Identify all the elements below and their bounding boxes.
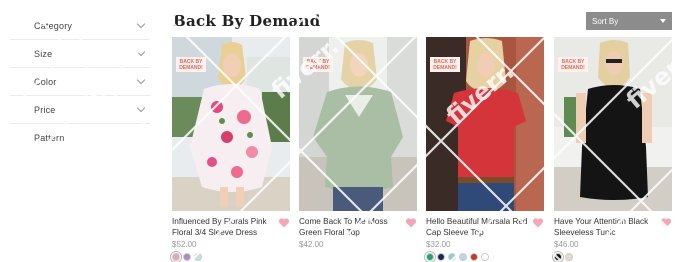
filter-category-label: Category xyxy=(34,20,73,31)
filter-color[interactable]: Color xyxy=(10,68,150,96)
product-price: $32.00 xyxy=(426,240,451,249)
color-swatches xyxy=(172,253,290,261)
caret-down-icon xyxy=(660,19,666,23)
chevron-down-icon xyxy=(136,103,146,113)
color-swatches xyxy=(554,253,672,261)
color-swatch[interactable] xyxy=(183,253,191,261)
filter-pattern[interactable]: Pattern xyxy=(10,124,150,152)
color-swatch[interactable] xyxy=(459,253,467,261)
product-image[interactable]: BACK BY DEMAND! xyxy=(426,37,544,211)
filter-price[interactable]: Price xyxy=(10,96,150,124)
product-price: $52.00 xyxy=(172,240,197,249)
filter-color-label: Color xyxy=(34,76,57,87)
product-name[interactable]: Come Back To Me Moss Green Floral Top xyxy=(299,216,403,238)
page-title: Back By Demand xyxy=(173,12,321,30)
chevron-down-icon xyxy=(136,75,146,85)
product-name[interactable]: Influenced By Florals Pink Floral 3/4 Sl… xyxy=(172,216,276,238)
heart-icon[interactable] xyxy=(405,217,417,229)
color-swatches xyxy=(426,253,544,261)
color-swatch[interactable] xyxy=(554,253,562,261)
color-swatch[interactable] xyxy=(448,253,456,261)
product-card: BACK BY DEMAND! Influenced By Florals Pi… xyxy=(172,37,290,261)
color-swatch[interactable] xyxy=(194,253,202,261)
back-by-demand-badge: BACK BY DEMAND! xyxy=(303,57,333,72)
product-card: BACK BY DEMAND! Have Your Attention Blac… xyxy=(554,37,672,261)
back-by-demand-badge: BACK BY DEMAND! xyxy=(430,57,460,72)
filter-sidebar: Category Size Color Price Pattern xyxy=(10,12,150,152)
back-by-demand-badge: BACK BY DEMAND! xyxy=(176,57,206,72)
product-price: $46.00 xyxy=(554,240,579,249)
chevron-down-icon xyxy=(136,19,146,29)
sort-label: Sort By xyxy=(592,16,619,26)
product-image[interactable]: BACK BY DEMAND! xyxy=(299,37,417,211)
product-name[interactable]: Hello Beautiful Marsala Red Cap Sleeve T… xyxy=(426,216,530,238)
filter-category[interactable]: Category xyxy=(10,12,150,40)
filter-size[interactable]: Size xyxy=(10,40,150,68)
heart-icon[interactable] xyxy=(278,217,290,229)
chevron-down-icon xyxy=(136,47,146,57)
heart-icon[interactable] xyxy=(660,217,672,229)
product-card: BACK BY DEMAND! Hello Beautiful Marsala … xyxy=(426,37,544,261)
product-image[interactable]: BACK BY DEMAND! xyxy=(554,37,672,211)
product-price: $42.00 xyxy=(299,240,324,249)
filter-price-label: Price xyxy=(34,104,56,115)
filter-pattern-label: Pattern xyxy=(34,133,65,143)
back-by-demand-badge: BACK BY DEMAND! xyxy=(558,57,588,72)
product-name[interactable]: Have Your Attention Black Sleeveless Tun… xyxy=(554,216,658,238)
product-card: BACK BY DEMAND! Come Back To Me Moss Gre… xyxy=(299,37,417,249)
color-swatch[interactable] xyxy=(565,253,573,261)
color-swatch[interactable] xyxy=(470,253,478,261)
color-swatch[interactable] xyxy=(426,253,434,261)
filter-size-label: Size xyxy=(34,48,53,59)
product-image[interactable]: BACK BY DEMAND! xyxy=(172,37,290,211)
color-swatch[interactable] xyxy=(481,253,489,261)
color-swatch[interactable] xyxy=(437,253,445,261)
sort-dropdown[interactable]: Sort By xyxy=(586,12,672,30)
heart-icon[interactable] xyxy=(532,217,544,229)
color-swatch[interactable] xyxy=(172,253,180,261)
